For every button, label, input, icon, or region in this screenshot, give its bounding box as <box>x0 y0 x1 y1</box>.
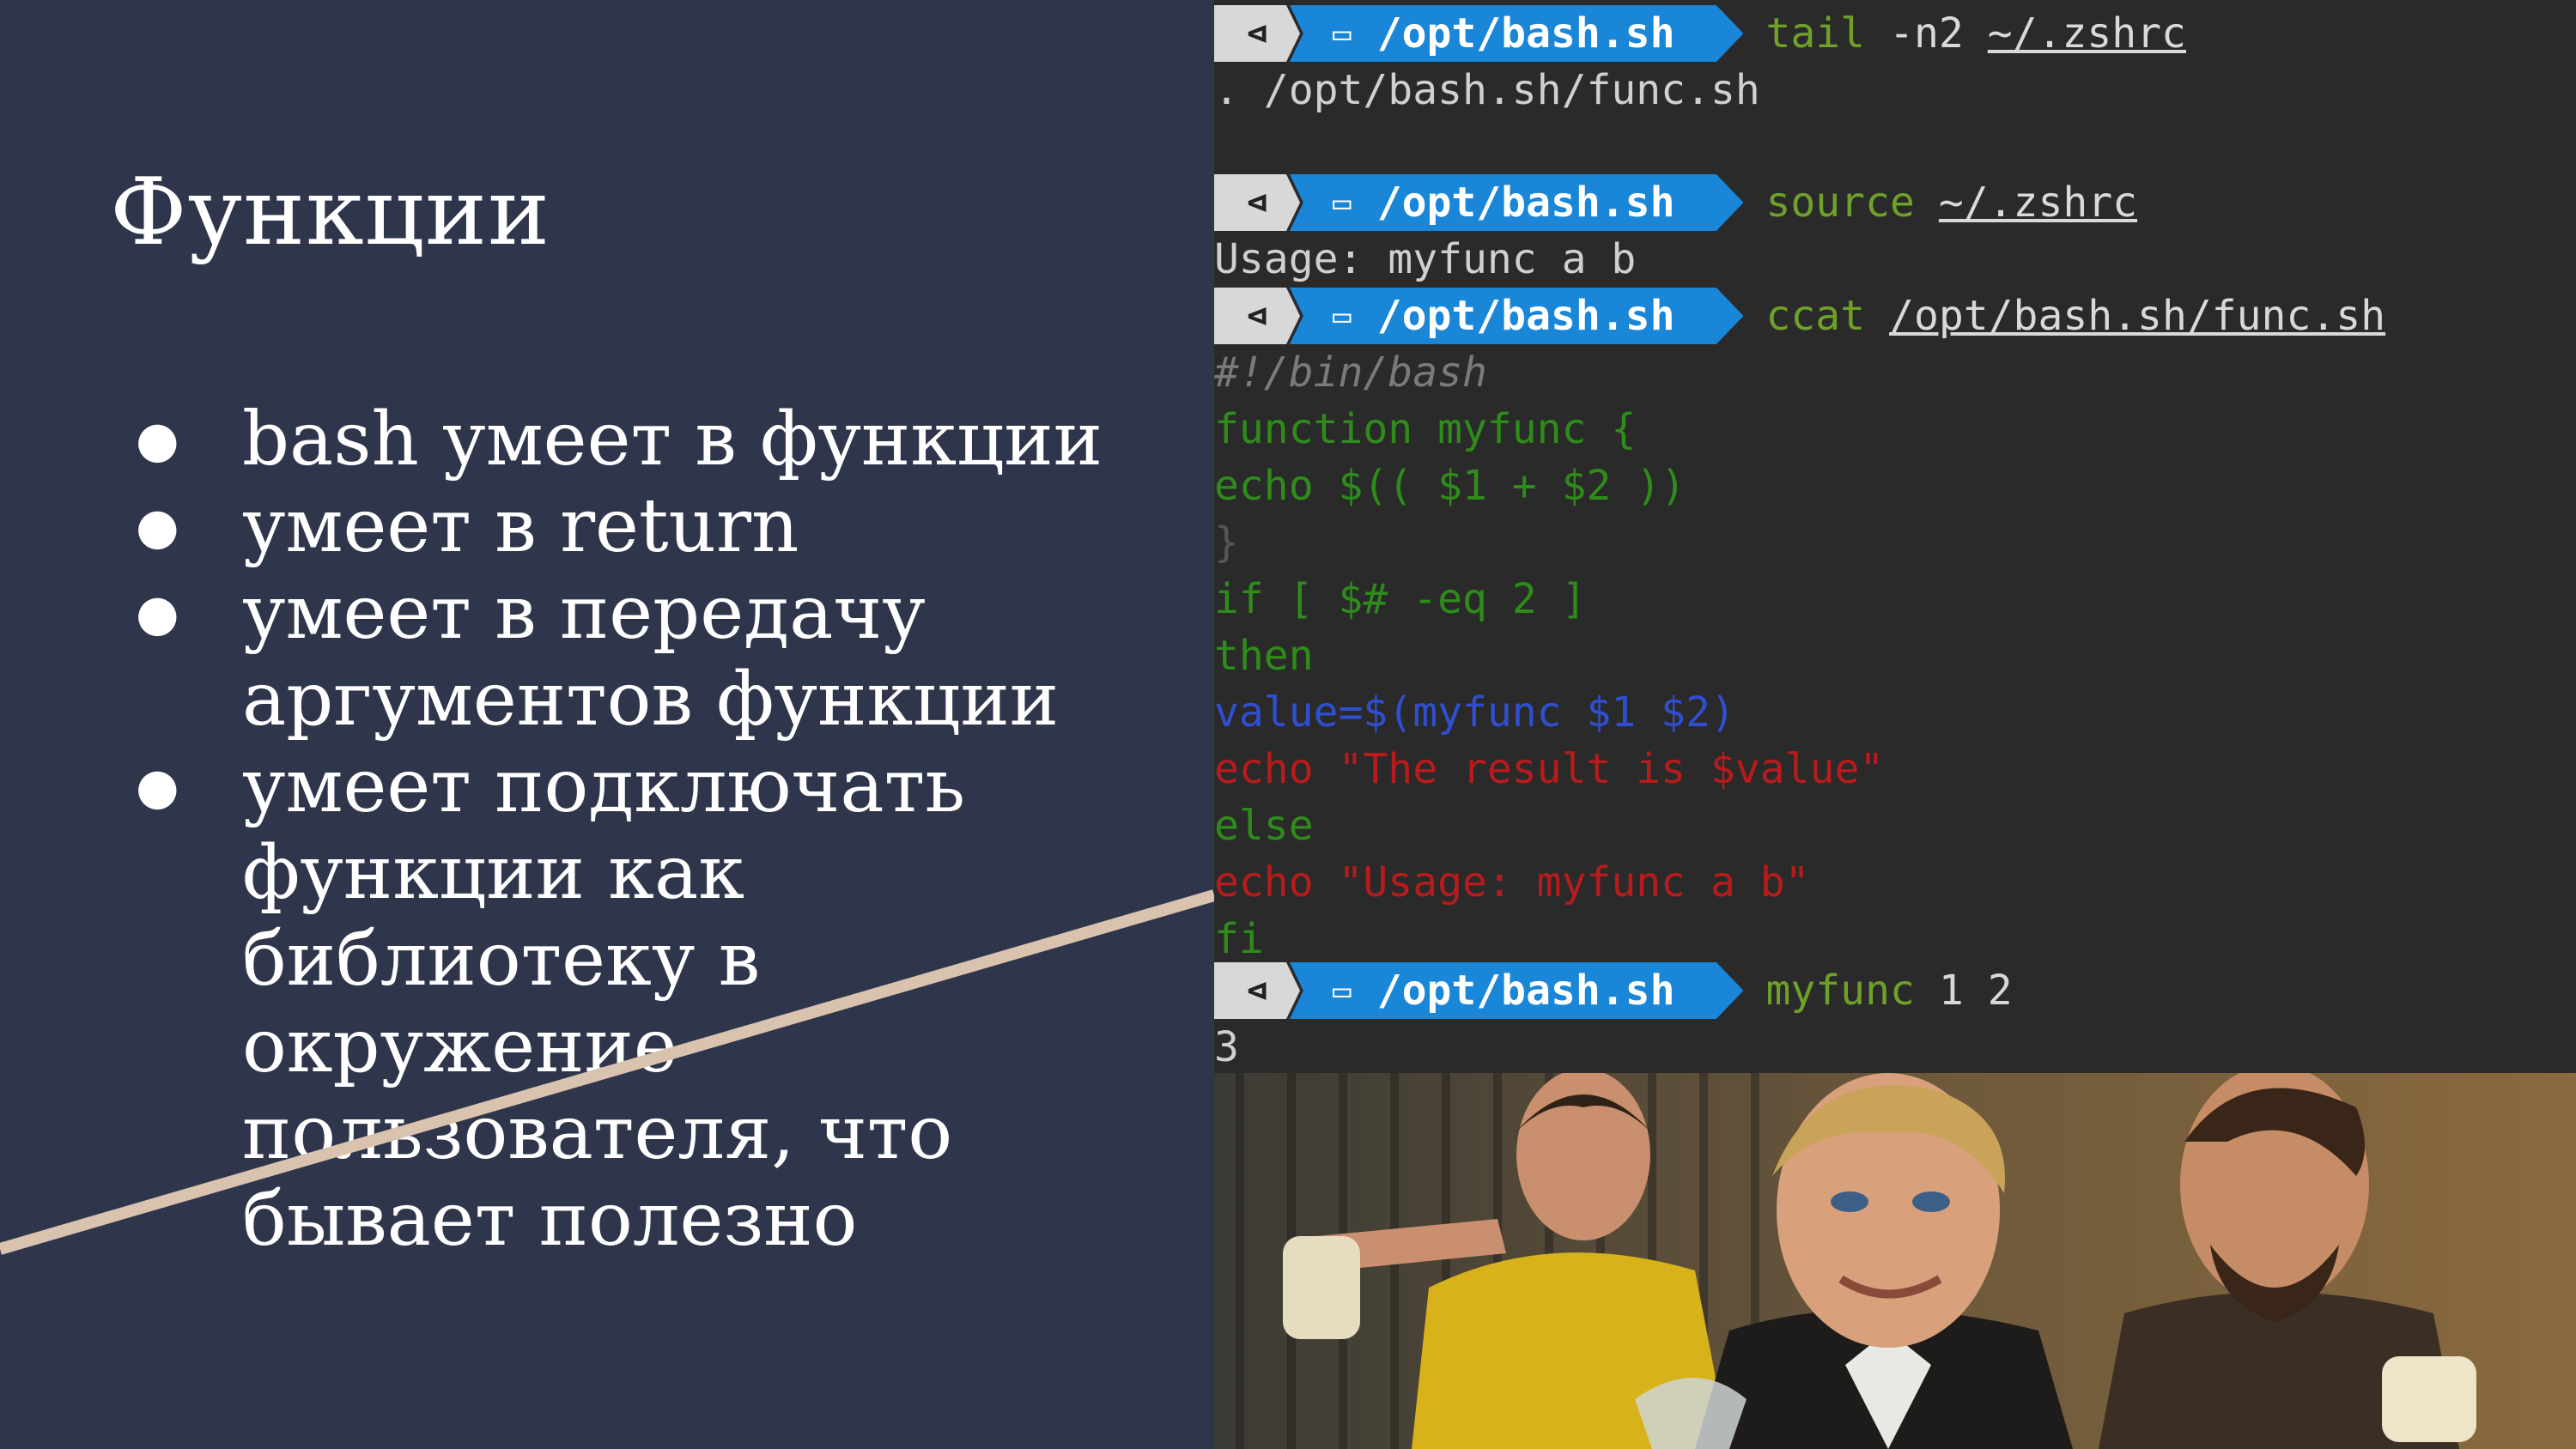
bullet-dot-icon: ● <box>136 584 179 642</box>
bullet-line: умеет в передачу <box>242 570 926 656</box>
prompt-arrow-icon: ⊲ <box>1246 14 1268 53</box>
code-line: fi <box>1214 915 1264 963</box>
command-name: tail <box>1765 9 1866 58</box>
code-line: echo "Usage: myfunc a b" <box>1214 858 1810 906</box>
bullet-line: пользователя, что <box>242 1090 953 1176</box>
code-line: if [ $# -eq 2 ] <box>1214 575 1587 623</box>
folder-icon: ▭ <box>1333 15 1352 52</box>
prompt-path: /opt/bash.sh <box>1376 292 1675 340</box>
bullet-line: аргументов функции <box>242 657 1060 743</box>
bullet-dot-icon: ● <box>136 410 179 469</box>
meme-photo <box>1214 1073 2576 1449</box>
bullet-line: бывает полезно <box>242 1177 858 1263</box>
bullet-line: bash умеет в функции <box>242 397 1103 482</box>
folder-icon: ▭ <box>1333 185 1352 221</box>
bullet-list: ● bash умеет в функции ● умеет в return ● у… <box>134 397 1207 1264</box>
code-line: } <box>1214 518 1239 567</box>
prompt-path: /opt/bash.sh <box>1376 179 1675 227</box>
code-line: value=$(myfunc $1 $2) <box>1214 688 1735 737</box>
code-line: then <box>1214 632 1314 680</box>
code-line: #!/bin/bash <box>1214 349 1487 397</box>
terminal-output: Usage: myfunc a b <box>1214 235 1637 283</box>
bullet-line: умеет подключать <box>242 743 966 829</box>
bullet-item: ● bash умеет в функции <box>134 397 1207 483</box>
command-path: ~/.zshrc <box>1938 179 2138 227</box>
bullet-item: ● умеет подключать функции как библиотеку в… <box>134 743 1207 1264</box>
code-line: else <box>1214 802 1314 850</box>
code-line: echo "The result is $value" <box>1214 745 1885 793</box>
command-arg: -n2 <box>1889 9 1964 58</box>
bullet-line: умеет в return <box>242 483 799 569</box>
prompt-path: /opt/bash.sh <box>1376 967 1675 1015</box>
terminal-output: . /opt/bash.sh/func.sh <box>1214 66 1760 114</box>
command-arg: 1 <box>1938 967 1964 1015</box>
bullet-item: ● умеет в передачу аргументов функции <box>134 570 1207 743</box>
command-name: ccat <box>1765 292 1866 340</box>
prompt-arrow-icon: ⊲ <box>1246 971 1268 1010</box>
command-path: /opt/bash.sh/func.sh <box>1889 292 2386 340</box>
bullet-dot-icon: ● <box>136 757 179 815</box>
terminal-prompt: ⊲ ▭ /opt/bash.sh ccat/opt/bash.sh/func.sh <box>1214 288 2385 344</box>
command-name: myfunc <box>1765 967 1915 1015</box>
folder-icon: ▭ <box>1333 298 1352 334</box>
command-path: ~/.zshrc <box>1987 9 2186 58</box>
slide-title: Функции <box>110 159 551 266</box>
folder-icon: ▭ <box>1333 973 1352 1009</box>
terminal-output: 3 <box>1214 1023 1239 1071</box>
command-arg: 2 <box>1987 967 2013 1015</box>
bullet-dot-icon: ● <box>136 497 179 555</box>
terminal-prompt: ⊲ ▭ /opt/bash.sh myfunc 1 2 <box>1214 962 2013 1019</box>
prompt-arrow-icon: ⊲ <box>1246 296 1268 336</box>
prompt-arrow-icon: ⊲ <box>1246 183 1268 222</box>
bullet-line: библиотеку в <box>242 917 761 1003</box>
terminal-screenshot: ⊲ ▭ /opt/bash.sh tail -n2 ~/.zshrc . /opt/b… <box>1214 0 2576 1073</box>
code-line: function myfunc { <box>1214 405 1637 453</box>
terminal-prompt: ⊲ ▭ /opt/bash.sh source ~/.zshrc <box>1214 174 2137 231</box>
terminal-prompt: ⊲ ▭ /opt/bash.sh tail -n2 ~/.zshrc <box>1214 5 2186 62</box>
code-line: echo $(( $1 + $2 )) <box>1214 462 1686 510</box>
bullet-line: окружение <box>242 1003 677 1089</box>
prompt-path: /opt/bash.sh <box>1376 9 1675 58</box>
bullet-line: функции как <box>242 830 745 916</box>
command-name: source <box>1765 179 1915 227</box>
bullet-item: ● умеет в return <box>134 483 1207 570</box>
